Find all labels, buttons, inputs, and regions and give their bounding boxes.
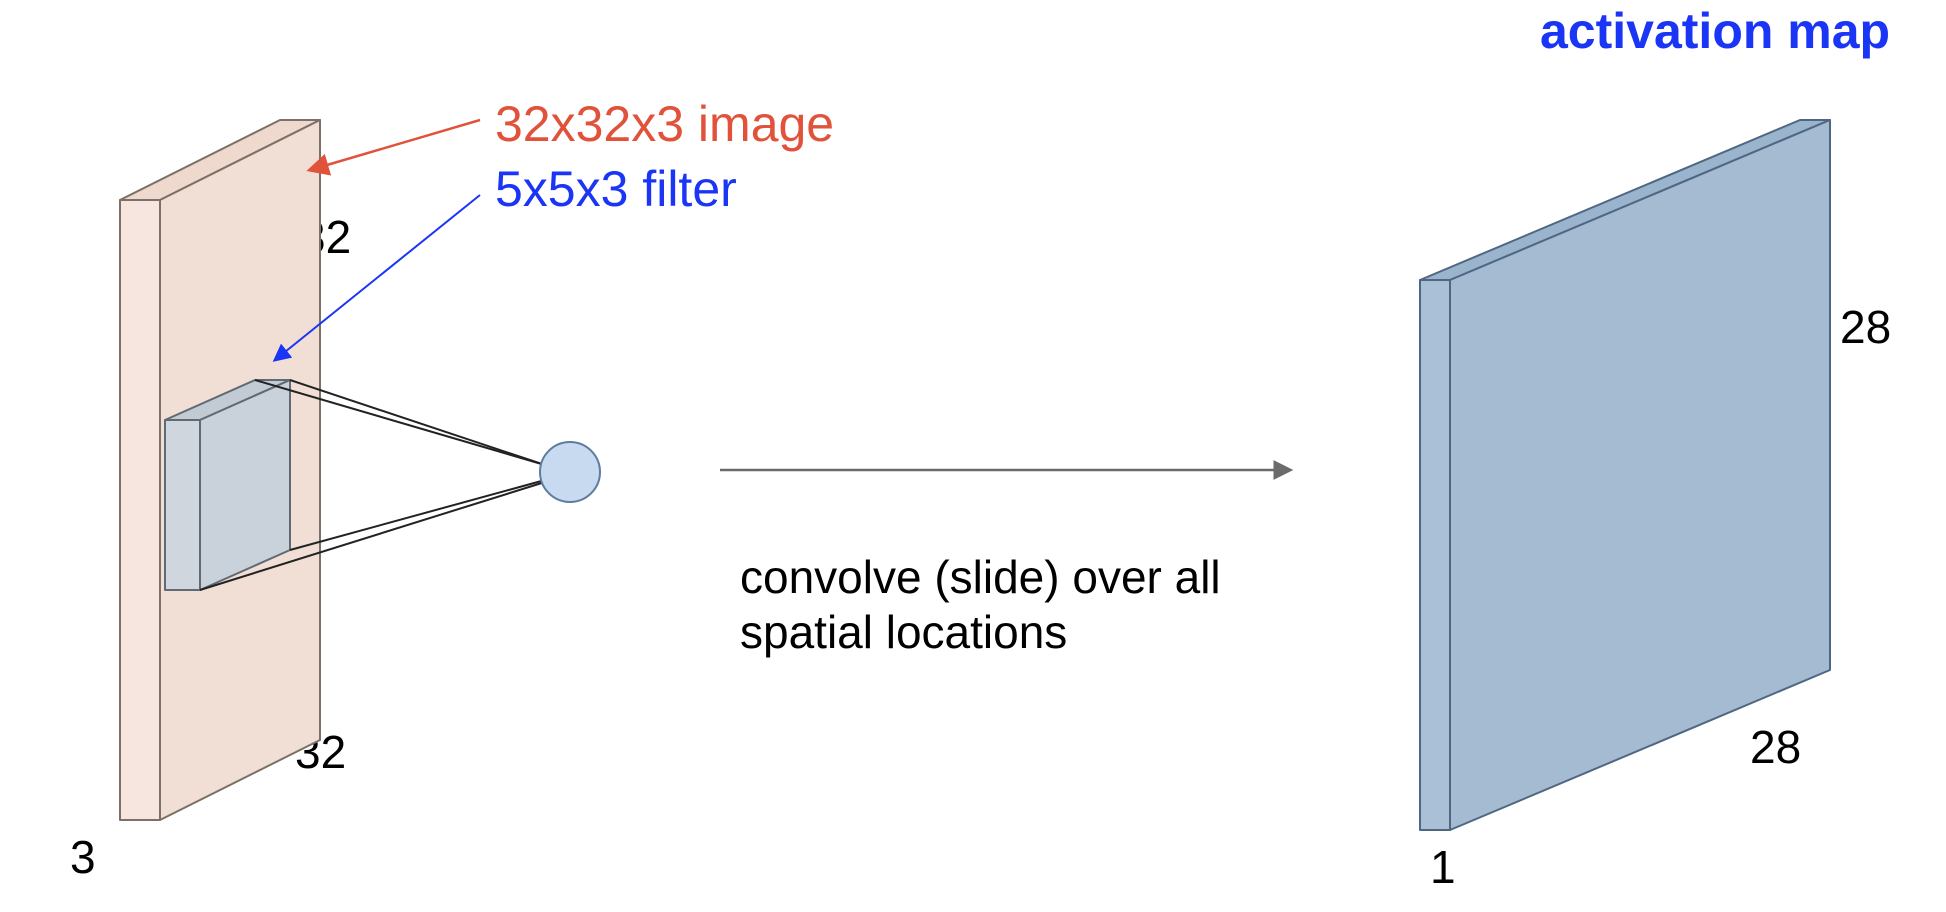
filter-volume — [165, 380, 290, 590]
diagram-svg — [0, 0, 1946, 912]
output-volume — [1420, 120, 1830, 830]
diagram-stage: activation map 32x32x3 image 5x5x3 filte… — [0, 0, 1946, 912]
image-label-arrow — [310, 120, 480, 170]
neuron-circle — [540, 442, 600, 502]
